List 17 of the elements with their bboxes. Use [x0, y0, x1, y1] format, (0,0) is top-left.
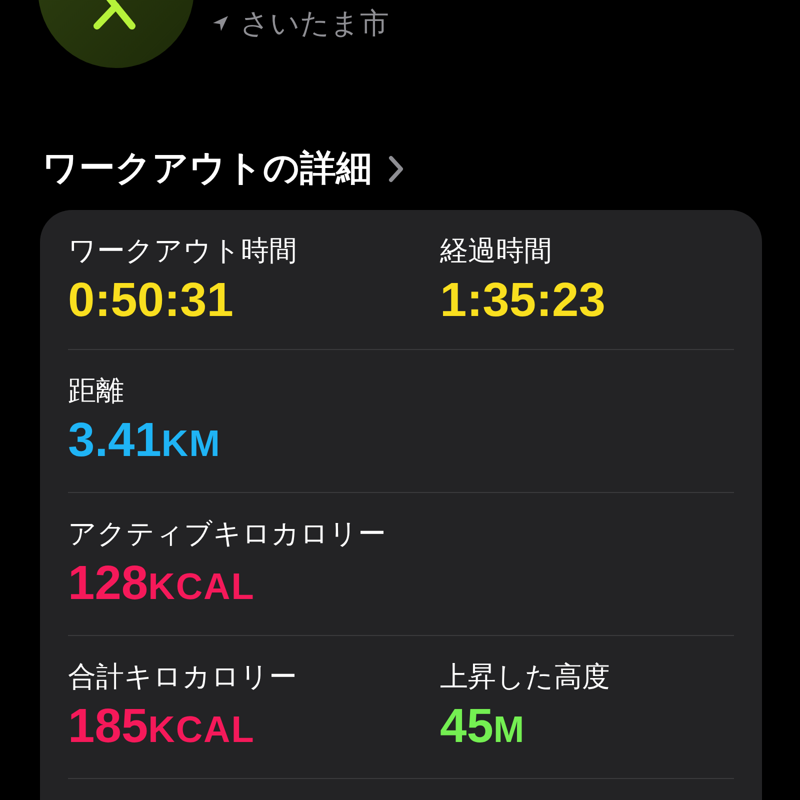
metric-value: 45M — [440, 701, 526, 755]
figure-legs-icon — [38, 0, 194, 68]
location-arrow-icon — [213, 16, 228, 30]
metric-value: 128KCAL — [68, 558, 255, 612]
workout-details-link[interactable]: ワークアウトの詳細 — [42, 147, 404, 191]
metric-value: 1:35:23 — [440, 275, 606, 327]
location-text: さいたま市 — [240, 6, 389, 40]
metric-label: 経過時間 — [440, 234, 552, 268]
chevron-right-icon — [388, 155, 404, 183]
metric-label: 上昇した高度 — [440, 660, 610, 694]
metric-value: 0:50:31 — [68, 275, 234, 327]
metric-label: 距離 — [68, 374, 124, 408]
metric-value: 3.41KM — [68, 415, 221, 469]
metric-label: 合計キロカロリー — [68, 660, 297, 694]
metric-value: 185KCAL — [68, 701, 255, 755]
metric-label: ワークアウト時間 — [68, 234, 297, 268]
metric-label: アクティブキロカロリー — [68, 517, 386, 551]
